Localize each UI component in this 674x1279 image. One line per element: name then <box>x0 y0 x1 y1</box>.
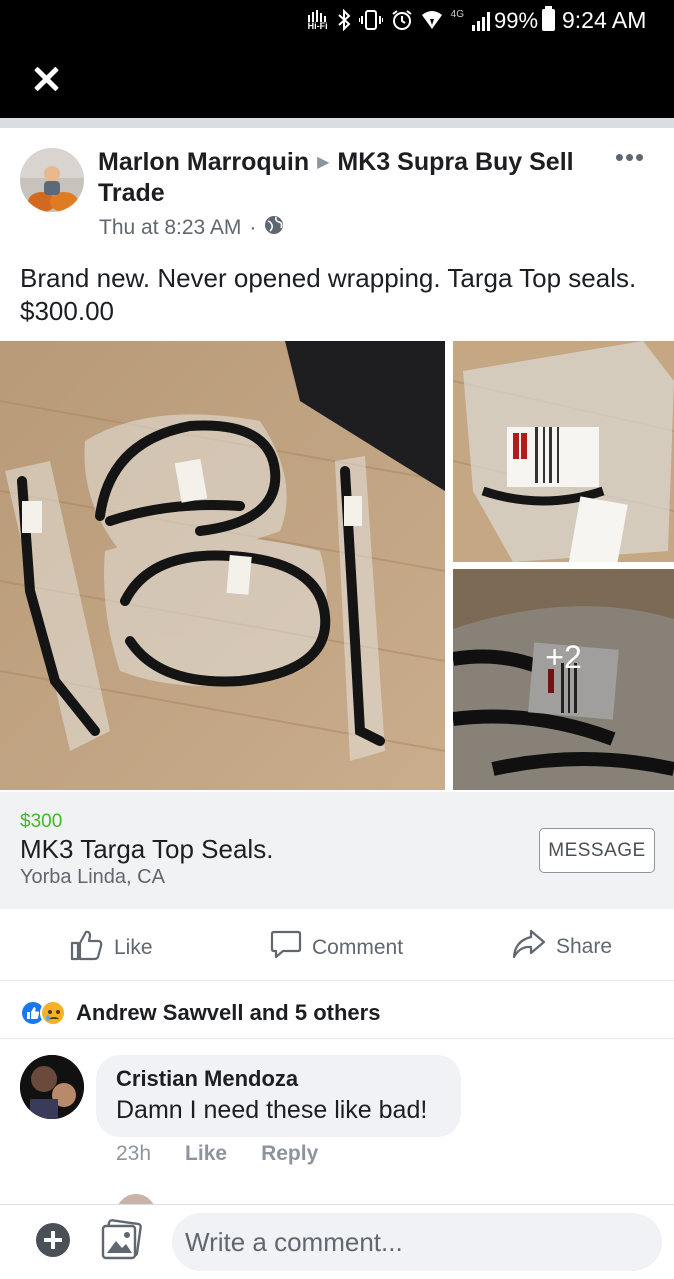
network-type: 4G <box>450 8 464 20</box>
message-button[interactable]: MESSAGE <box>539 828 655 873</box>
status-icons: Hi-Fi 4G <box>307 8 494 32</box>
post-photo-2[interactable] <box>453 341 674 562</box>
commenter-name[interactable]: Cristian Mendoza <box>116 1066 298 1092</box>
sad-reaction-icon <box>40 1000 66 1026</box>
add-icon[interactable] <box>36 1223 70 1257</box>
post-body: Brand new. Never opened wrapping. Targa … <box>20 263 637 326</box>
wifi-icon <box>421 9 443 31</box>
commenter-avatar[interactable] <box>20 1055 84 1119</box>
comment-icon <box>270 929 302 967</box>
comment-bubble: Cristian Mendoza Damn I need these like … <box>96 1055 461 1137</box>
comment-like-button[interactable]: Like <box>185 1142 227 1166</box>
signal-icon <box>472 9 494 31</box>
status-bar: Hi-Fi 4G 99% 9:24 AM <box>0 0 674 40</box>
clock: 9:24 AM <box>562 7 647 33</box>
reactions-text: Andrew Sawvell and 5 others <box>76 1000 381 1025</box>
comment-reply-button[interactable]: Reply <box>261 1142 318 1166</box>
post-actions: Like Comment Share <box>0 909 674 981</box>
alarm-icon <box>391 9 413 31</box>
post-meta: Thu at 8:23 AM · <box>99 215 284 241</box>
close-icon[interactable] <box>28 62 64 98</box>
photo-icon[interactable] <box>100 1219 142 1261</box>
author-avatar[interactable] <box>20 148 84 212</box>
more-options-icon[interactable]: ••• <box>610 144 650 172</box>
reactions-summary[interactable]: Andrew Sawvell and 5 others <box>20 1000 380 1026</box>
listing-price: $300 <box>20 811 63 832</box>
comment-meta: 23h Like Reply <box>116 1142 318 1166</box>
post-photo-main[interactable] <box>0 341 445 790</box>
battery-icon <box>542 6 555 31</box>
comment-label: Comment <box>312 936 404 959</box>
like-button[interactable]: Like <box>70 929 153 967</box>
arrow-right-icon: ▶ <box>317 154 330 171</box>
comment-input[interactable] <box>172 1213 662 1271</box>
bluetooth-icon <box>337 9 351 31</box>
comment-age: 23h <box>116 1142 152 1165</box>
comment-button[interactable]: Comment <box>270 929 403 967</box>
comment-text: Damn I need these like bad! <box>116 1096 428 1124</box>
more-photos-overlay[interactable]: +2 <box>453 569 674 790</box>
battery-percent: 99% <box>494 8 539 33</box>
meta-separator: · <box>249 216 257 239</box>
vibrate-icon <box>358 9 383 31</box>
comments-divider <box>0 1038 674 1039</box>
post-author-line: Marlon Marroquin ▶ MK3 Supra Buy Sell Trad… <box>98 147 598 209</box>
like-label: Like <box>114 936 153 959</box>
thumbs-up-icon <box>70 929 104 967</box>
comment-composer <box>0 1204 674 1279</box>
post-photo-3[interactable]: +2 <box>453 569 674 790</box>
share-arrow-icon <box>512 929 546 965</box>
share-label: Share <box>556 935 613 958</box>
top-app-bar <box>0 40 674 118</box>
listing-location: Yorba Linda, CA <box>20 866 165 888</box>
post-timestamp[interactable]: Thu at 8:23 AM <box>99 216 241 240</box>
listing-title: MK3 Targa Top Seals. <box>20 834 274 864</box>
author-name[interactable]: Marlon Marroquin <box>98 148 309 176</box>
globe-icon <box>264 215 284 241</box>
section-divider <box>0 118 674 128</box>
hifi-icon: Hi-Fi <box>307 9 329 31</box>
share-button[interactable]: Share <box>512 929 612 965</box>
marketplace-listing[interactable]: $300 MK3 Targa Top Seals. Yorba Linda, C… <box>0 792 674 909</box>
